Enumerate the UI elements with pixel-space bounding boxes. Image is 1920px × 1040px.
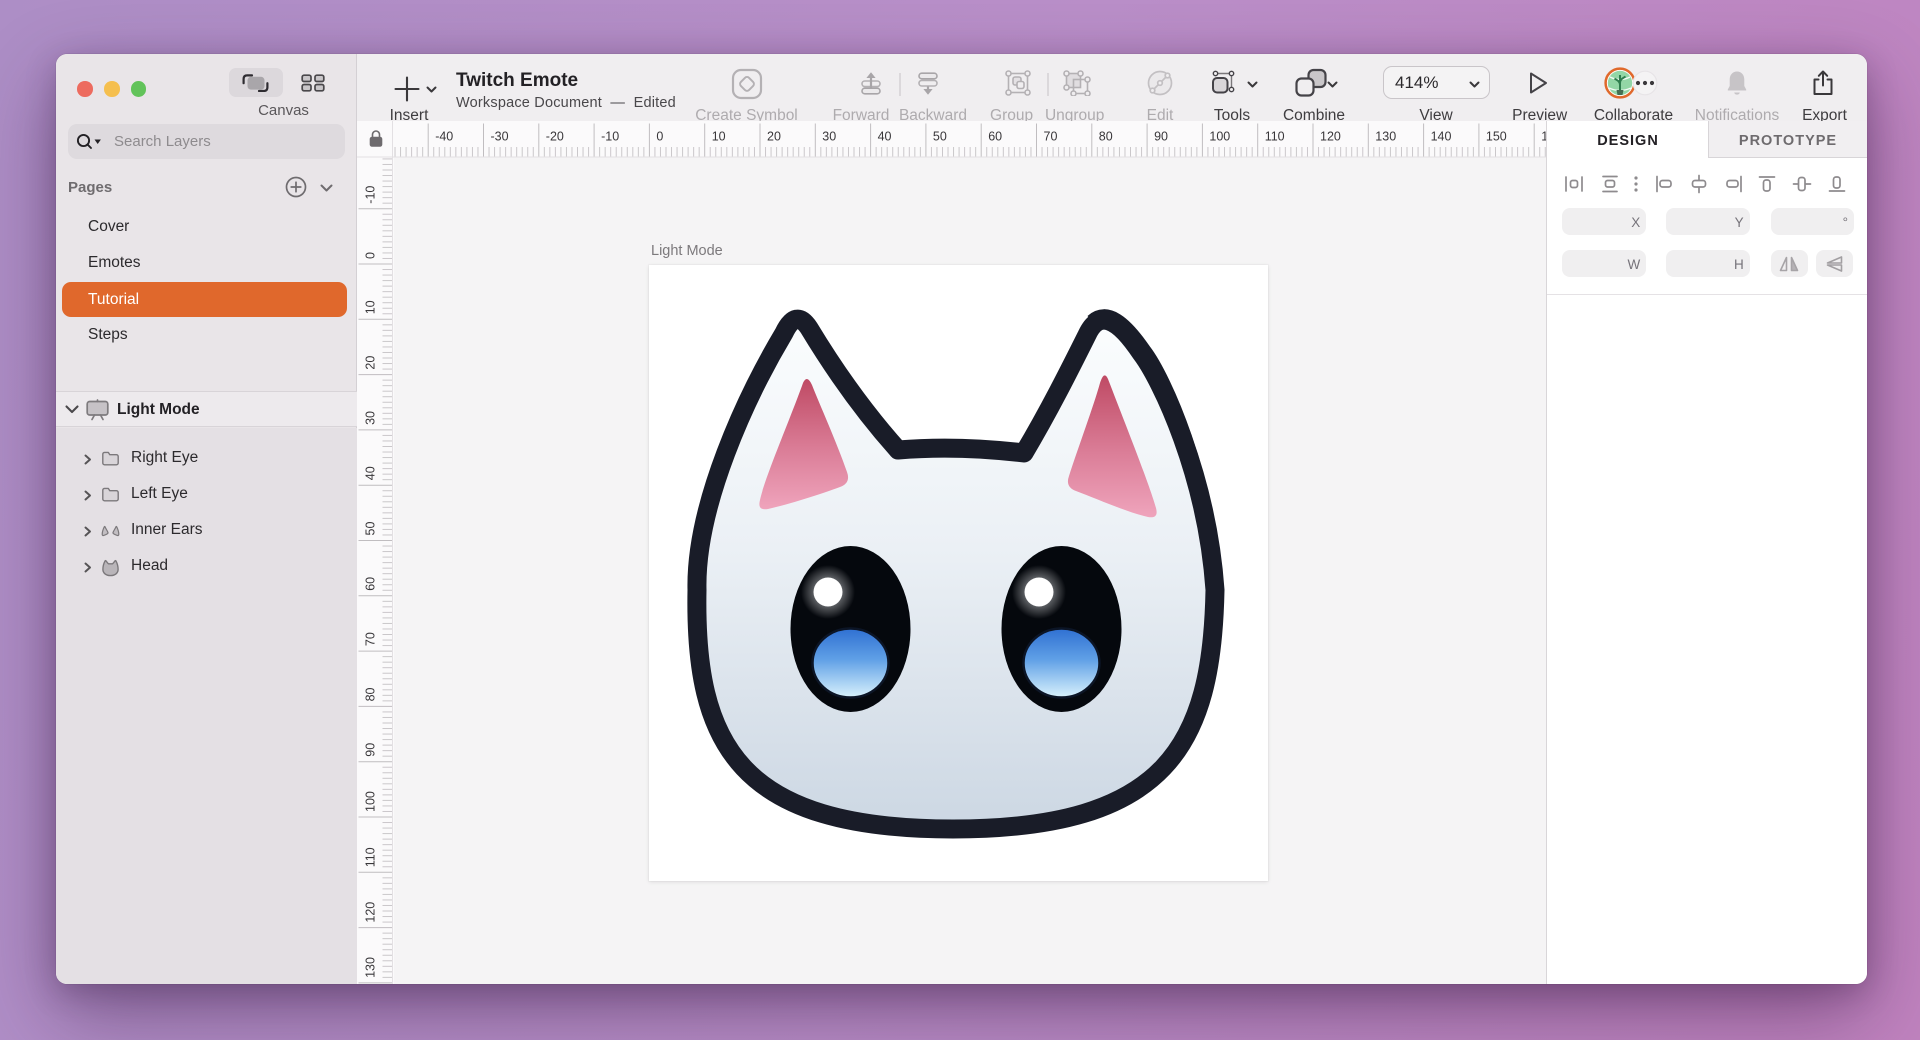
svg-text:10: 10 (712, 130, 726, 144)
svg-text:10: 10 (364, 300, 378, 314)
svg-text:60: 60 (988, 130, 1002, 144)
svg-text:110: 110 (1265, 130, 1285, 144)
svg-text:100: 100 (1209, 130, 1230, 144)
svg-text:-40: -40 (435, 130, 453, 144)
svg-text:50: 50 (364, 522, 378, 536)
svg-text:-10: -10 (364, 186, 378, 204)
svg-text:130: 130 (1375, 130, 1396, 144)
svg-text:50: 50 (933, 130, 947, 144)
svg-text:140: 140 (1431, 130, 1452, 144)
svg-text:0: 0 (656, 130, 663, 144)
svg-text:110: 110 (364, 847, 378, 867)
svg-text:0: 0 (364, 252, 378, 259)
svg-text:70: 70 (364, 632, 378, 646)
svg-text:120: 120 (364, 902, 378, 923)
svg-text:20: 20 (364, 356, 378, 370)
svg-text:130: 130 (364, 957, 378, 978)
svg-text:90: 90 (1154, 130, 1168, 144)
svg-text:-30: -30 (491, 130, 509, 144)
svg-text:40: 40 (878, 130, 892, 144)
svg-text:60: 60 (364, 577, 378, 591)
svg-text:-20: -20 (546, 130, 564, 144)
svg-text:120: 120 (1320, 130, 1341, 144)
svg-text:80: 80 (1099, 130, 1113, 144)
svg-text:30: 30 (822, 130, 836, 144)
svg-text:20: 20 (767, 130, 781, 144)
svg-text:70: 70 (1044, 130, 1058, 144)
svg-text:100: 100 (364, 791, 378, 812)
svg-text:90: 90 (364, 743, 378, 757)
svg-text:-10: -10 (601, 130, 619, 144)
svg-text:150: 150 (1486, 130, 1507, 144)
svg-text:40: 40 (364, 466, 378, 480)
svg-text:80: 80 (364, 687, 378, 701)
svg-text:30: 30 (364, 411, 378, 425)
